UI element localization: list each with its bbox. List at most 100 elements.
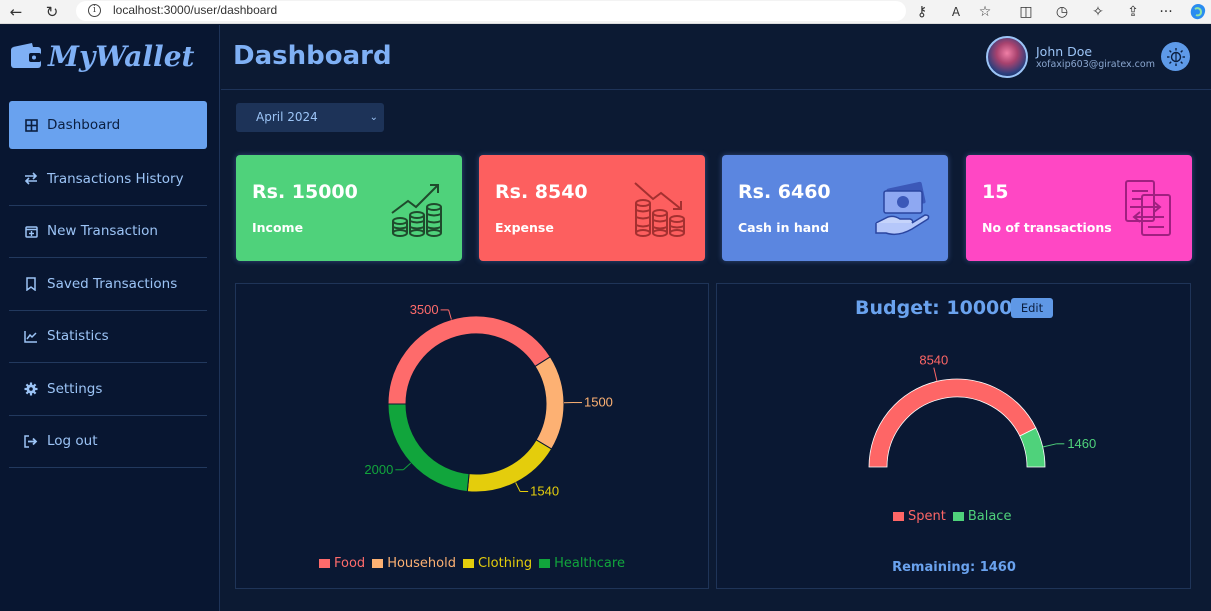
gauge-slice-spent[interactable]	[868, 378, 1037, 468]
donut-label-line	[515, 482, 521, 492]
budget-legend: Spent Balace	[893, 509, 1018, 524]
donut-label-line	[448, 309, 452, 320]
sidebar-item-new-transaction[interactable]: New Transaction	[9, 206, 207, 258]
sidebar-item-label: Settings	[47, 380, 103, 397]
transactions-count-label: No of transactions	[982, 220, 1112, 235]
grid-icon	[24, 118, 38, 132]
sun-icon	[1166, 47, 1185, 66]
key-icon[interactable]: ⚷	[913, 3, 931, 21]
info-icon[interactable]: i	[88, 4, 101, 17]
budget-gauge-chart: 8540 1460	[868, 353, 1096, 468]
coins-decline-icon	[634, 182, 685, 237]
legend-swatch	[462, 559, 474, 568]
expense-card: Rs. 8540 Expense	[479, 155, 705, 261]
transactions-count-value: 15	[982, 181, 1009, 203]
coins-growth-icon	[391, 184, 442, 237]
read-aloud-icon[interactable]: A	[947, 3, 965, 21]
sidebar-item-label: New Transaction	[47, 223, 158, 240]
donut-slice-food[interactable]	[387, 315, 551, 405]
gauge-data-label: 1460	[1067, 436, 1096, 451]
wallet-icon	[11, 43, 41, 68]
legend-swatch	[372, 559, 384, 568]
legend-swatch	[319, 559, 330, 568]
month-select-value: April 2024	[256, 110, 318, 124]
legend-label: Balace	[967, 509, 1012, 524]
legend-swatch	[952, 512, 964, 521]
legend-item-balace[interactable]: Balace	[952, 509, 1012, 524]
swap-arrows-icon	[24, 172, 38, 186]
user-email: xofaxip603@giratex.com	[1036, 59, 1155, 70]
income-label: Income	[252, 220, 304, 235]
sidebar-item-transactions-history[interactable]: Transactions History	[9, 153, 207, 206]
legend-item-healthcare[interactable]: Healthcare	[539, 556, 625, 571]
sidebar-item-label: Dashboard	[47, 117, 121, 133]
user-name: John Doe	[1036, 44, 1093, 59]
more-icon[interactable]: ···	[1157, 3, 1175, 21]
back-icon[interactable]: ←	[6, 2, 26, 22]
month-select[interactable]: April 2024 ⌄	[236, 103, 384, 132]
donut-slice-healthcare[interactable]	[387, 403, 470, 493]
donut-data-label: 1540	[530, 483, 559, 498]
gauge-data-label: 8540	[919, 353, 948, 368]
sidebar-item-label: Transactions History	[47, 170, 184, 187]
expense-label: Expense	[495, 220, 554, 235]
star-icon[interactable]: ☆	[976, 3, 994, 21]
sidebar-menu: Dashboard Transactions History New Trans…	[9, 101, 207, 468]
category-chart-panel: 3500 1500 1540 2000 Food Household Clothing He…	[235, 283, 709, 589]
address-bar[interactable]: i localhost:3000/user/dashboard	[76, 1, 906, 21]
avatar[interactable]	[986, 36, 1028, 78]
sidebar-item-label: Statistics	[47, 328, 109, 345]
legend-item-spent[interactable]: Spent	[893, 509, 946, 524]
history-icon[interactable]: ◷	[1053, 3, 1071, 21]
legend-item-clothing[interactable]: Clothing	[462, 556, 532, 571]
sidebar-item-dashboard[interactable]: Dashboard	[9, 101, 207, 149]
extensions-icon[interactable]: ✧	[1089, 3, 1107, 21]
legend-item-food[interactable]: Food	[319, 556, 365, 571]
donut-data-label: 2000	[364, 462, 393, 477]
sidebar-item-statistics[interactable]: Statistics	[9, 311, 207, 363]
expense-value: Rs. 8540	[495, 181, 588, 203]
gauge-slice-balace[interactable]	[1019, 427, 1046, 468]
donut-slice-household[interactable]	[534, 356, 565, 450]
calendar-plus-icon	[24, 224, 38, 238]
legend-swatch	[893, 512, 904, 521]
income-card: Rs. 15000 Income	[236, 155, 462, 261]
cash-card: Rs. 6460 Cash in hand	[722, 155, 948, 261]
cash-label: Cash in hand	[738, 220, 830, 235]
remaining-text: Remaining: 1460	[892, 560, 1016, 575]
legend-item-household[interactable]: Household	[372, 556, 456, 571]
copilot-icon[interactable]	[1189, 3, 1207, 21]
category-donut-chart: 3500 1500 1540 2000	[364, 302, 612, 499]
logout-icon	[24, 434, 38, 448]
legend-label: Food	[334, 556, 366, 571]
sidebar: MyWallet Dashboard Transactions History …	[0, 25, 220, 611]
reload-icon[interactable]: ↻	[42, 2, 62, 22]
browser-toolbar: ← ↻ i localhost:3000/user/dashboard ⚷ A …	[0, 0, 1211, 24]
transactions-count-card: 15 No of transactions	[966, 155, 1192, 261]
transfer-document-icon	[1125, 180, 1171, 236]
split-screen-icon[interactable]: ◫	[1017, 3, 1035, 21]
gear-icon	[24, 382, 38, 396]
url-text: localhost:3000/user/dashboard	[113, 3, 278, 17]
share-icon[interactable]: ⇪	[1124, 3, 1142, 21]
legend-label: Spent	[908, 509, 946, 524]
chevron-down-icon: ⌄	[369, 112, 378, 123]
page-title: Dashboard	[233, 41, 392, 71]
cash-value: Rs. 6460	[738, 181, 831, 203]
budget-chart-panel: Budget: 10000 Edit 8540 1460 Spent Balace …	[716, 283, 1191, 589]
income-value: Rs. 15000	[252, 181, 358, 203]
sidebar-item-label: Saved Transactions	[47, 275, 178, 292]
category-legend: Food Household Clothing Healthcare	[319, 556, 632, 571]
gauge-label-line	[933, 367, 938, 382]
sidebar-item-saved-transactions[interactable]: Saved Transactions	[9, 258, 207, 311]
line-chart-icon	[24, 329, 38, 343]
logo-text: MyWallet	[48, 40, 195, 73]
sidebar-item-log-out[interactable]: Log out	[9, 416, 207, 468]
theme-toggle-button[interactable]	[1161, 42, 1190, 71]
legend-swatch	[539, 559, 551, 568]
donut-data-label: 3500	[410, 302, 439, 317]
page-header: Dashboard John Doe xofaxip603@giratex.co…	[221, 25, 1211, 90]
sidebar-item-settings[interactable]: Settings	[9, 363, 207, 416]
legend-label: Household	[387, 556, 456, 571]
donut-label-line	[403, 462, 412, 471]
